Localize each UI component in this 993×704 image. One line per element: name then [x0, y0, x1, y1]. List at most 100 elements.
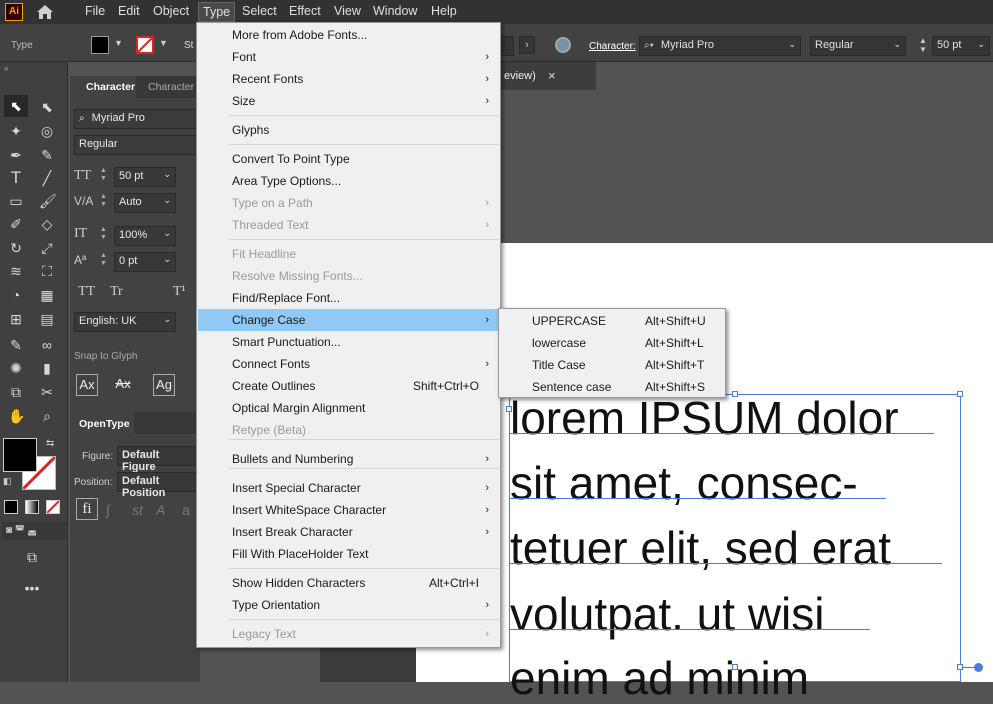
shape-builder-icon[interactable]: ◔	[8, 287, 24, 303]
type-menu-item[interactable]: Bullets and Numbering ›	[198, 448, 499, 470]
leading-stepper[interactable]: ▲ ▼	[100, 193, 110, 209]
curvature-tool-icon[interactable]: ✎	[39, 147, 55, 163]
body-text-line[interactable]: lorem IPSUM dolor	[510, 393, 899, 443]
type-menu-item[interactable]: Connect Fonts ›	[198, 353, 499, 375]
pen-tool-icon[interactable]: ✒	[8, 147, 24, 163]
lasso-icon[interactable]: ◎	[39, 123, 55, 139]
type-menu-item[interactable]: Type Orientation ›	[198, 594, 499, 616]
change-case-item[interactable]: UPPERCASE Alt+Shift+U	[500, 310, 724, 332]
menu-effect[interactable]: Effect	[289, 4, 321, 18]
contextual-alternates-icon[interactable]: ∫	[106, 502, 110, 518]
menu-select[interactable]: Select	[242, 4, 277, 18]
panel-baseline-shift[interactable]: 0 pt ⌄	[114, 252, 176, 272]
symbol-sprayer-icon[interactable]: ✺	[8, 360, 24, 376]
change-case-item[interactable]: Title Case Alt+Shift+T	[500, 354, 724, 376]
blend-tool-icon[interactable]: ∞	[39, 337, 55, 353]
body-text-line[interactable]: tetuer elit, sed erat	[510, 523, 891, 573]
shaper-tool-icon[interactable]: ✐	[8, 216, 24, 232]
chevron-down-icon[interactable]: ▼	[159, 38, 168, 48]
type-menu-item[interactable]: Glyphs	[198, 119, 499, 141]
type-menu-item[interactable]: Find/Replace Font...	[198, 287, 499, 309]
change-case-item[interactable]: lowercase Alt+Shift+L	[500, 332, 724, 354]
fill-color-box-front[interactable]	[3, 438, 37, 472]
type-menu-item[interactable]: Size ›	[198, 90, 499, 112]
perspective-grid-icon[interactable]: ▦	[39, 287, 55, 303]
panel-font-style[interactable]: Regular	[74, 135, 200, 155]
chevron-right-icon[interactable]: ›	[519, 36, 535, 54]
stroke-swatch[interactable]	[136, 36, 154, 54]
tab-character-styles[interactable]: Character	[148, 81, 194, 93]
more-tools-icon[interactable]: •••	[24, 580, 40, 596]
collapse-icon[interactable]: «	[4, 64, 8, 73]
default-colors-icon[interactable]: ◧	[3, 476, 12, 487]
type-menu-item[interactable]: Area Type Options...	[198, 170, 499, 192]
eraser-icon[interactable]: ◇	[39, 216, 55, 232]
hand-tool-icon[interactable]: ✋	[8, 408, 25, 424]
home-icon[interactable]	[36, 4, 54, 20]
magic-wand-icon[interactable]: ✦	[8, 123, 24, 139]
type-menu-item[interactable]: Show Hidden Characters Alt+Ctrl+I	[198, 572, 499, 594]
free-transform-icon[interactable]: ⛶	[39, 263, 55, 279]
body-text-line[interactable]: sit amet, consec-	[510, 458, 858, 508]
eyedropper-icon[interactable]: ✎	[8, 337, 24, 353]
font-size-field[interactable]: 50 pt ⌄	[932, 36, 990, 56]
gradient-tool-icon[interactable]: ▤	[39, 311, 55, 327]
panel-vertical-scale[interactable]: 100% ⌄	[114, 226, 176, 246]
menu-view[interactable]: View	[334, 4, 361, 18]
vertical-scale-stepper[interactable]: ▲ ▼	[100, 226, 110, 242]
snap-glyph-bounds-button[interactable]: Ag	[153, 374, 175, 396]
baseline-shift-stepper[interactable]: ▲ ▼	[100, 252, 110, 268]
swash-icon[interactable]: A	[156, 502, 165, 518]
menu-window[interactable]: Window	[373, 4, 417, 18]
character-label[interactable]: Character:	[589, 41, 636, 52]
menu-file[interactable]: File	[85, 4, 105, 18]
snap-baseline-button[interactable]: Ax	[76, 374, 98, 396]
zoom-tool-icon[interactable]: ⌕	[39, 408, 55, 424]
type-menu-item[interactable]: Convert To Point Type	[198, 148, 499, 170]
type-menu-item[interactable]: Optical Margin Alignment	[198, 397, 499, 419]
tab-character[interactable]: Character	[70, 76, 136, 98]
type-tool-icon[interactable]: T	[8, 169, 24, 186]
scale-tool-icon[interactable]: ⤢	[39, 240, 55, 256]
all-caps-button[interactable]: TT	[78, 284, 95, 300]
type-menu-item[interactable]: Fill With PlaceHolder Text	[198, 543, 499, 565]
panel-font-size[interactable]: 50 pt ⌄	[114, 167, 176, 187]
body-text-line[interactable]: volutpat. ut wisi	[510, 589, 824, 639]
snap-x-height-button[interactable]: Ax	[112, 374, 134, 396]
font-size-stepper[interactable]: ▲ ▼	[100, 167, 110, 183]
type-menu-item[interactable]: More from Adobe Fonts...	[198, 24, 499, 46]
change-case-item[interactable]: Sentence case Alt+Shift+S	[500, 376, 724, 398]
small-caps-button[interactable]: Tr	[110, 284, 123, 300]
tab-opentype[interactable]: OpenType	[70, 412, 134, 434]
direct-selection-tool-icon[interactable]: ⬉	[39, 99, 55, 115]
mesh-tool-icon[interactable]: ⊞	[8, 311, 24, 327]
rectangle-tool-icon[interactable]: ▭	[8, 193, 24, 209]
color-mode-icon[interactable]	[4, 500, 18, 514]
body-text-line[interactable]: enim ad minim	[510, 653, 809, 703]
slice-tool-icon[interactable]: ✂	[39, 384, 55, 400]
document-tab[interactable]: eview) ×	[496, 62, 596, 90]
graph-tool-icon[interactable]: ▮	[39, 360, 55, 376]
line-tool-icon[interactable]: ╱	[39, 170, 55, 186]
stylistic-alternates-icon[interactable]: a	[182, 502, 190, 518]
language-select[interactable]: English: UK ⌄	[74, 312, 176, 332]
rotate-tool-icon[interactable]: ↻	[8, 240, 24, 256]
fill-swatch[interactable]	[91, 36, 109, 54]
chevron-down-icon[interactable]: ▼	[114, 38, 123, 48]
font-family-select[interactable]: ⌕▾ Myriad Pro ⌄	[639, 36, 801, 56]
none-mode-icon[interactable]	[46, 500, 60, 514]
swap-icon[interactable]: ⇆	[46, 438, 54, 449]
figure-select[interactable]: Default Figure	[117, 446, 200, 473]
type-menu-item[interactable]: Font ›	[198, 46, 499, 68]
menu-type[interactable]: Type	[198, 2, 236, 22]
type-menu-item[interactable]: Create Outlines Shift+Ctrl+O	[198, 375, 499, 397]
superscript-button[interactable]: T¹	[173, 284, 186, 300]
position-select[interactable]: Default Position	[117, 472, 200, 499]
stroke-weight-field[interactable]	[500, 36, 514, 56]
draw-mode-icon[interactable]: ◙ ◚ ◛	[2, 522, 66, 540]
artboard-tool-icon[interactable]: ⧉	[8, 384, 24, 400]
recolor-icon[interactable]	[555, 37, 571, 53]
gradient-mode-icon[interactable]	[25, 500, 39, 514]
font-size-stepper[interactable]: ▲ ▼	[916, 36, 930, 56]
font-style-select[interactable]: Regular ⌄	[810, 36, 906, 56]
